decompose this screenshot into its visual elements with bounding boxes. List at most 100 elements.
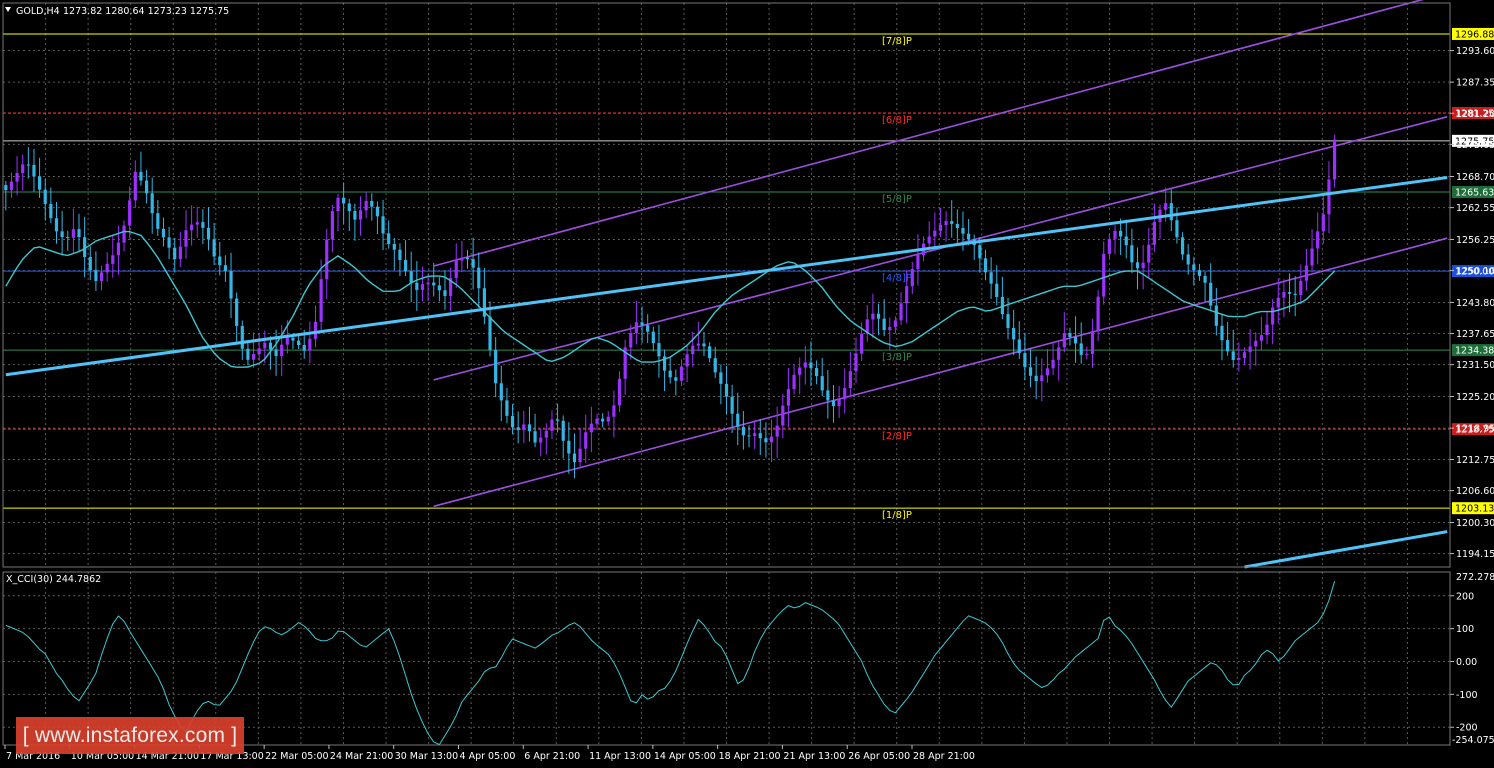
candle-body	[606, 416, 610, 422]
candle-body	[938, 225, 943, 231]
candle-body	[995, 283, 999, 297]
candle-body	[1321, 214, 1325, 232]
candle-body	[206, 227, 211, 240]
candle-body	[499, 383, 503, 401]
candle-body	[4, 185, 8, 191]
candle-body	[753, 433, 757, 437]
y-tick-label: 1212.75	[1456, 455, 1494, 466]
candle-body	[1012, 328, 1016, 340]
candle-body	[420, 284, 425, 290]
x-tick-label: 11 Apr 13:00	[589, 751, 651, 762]
candle-body	[989, 272, 993, 284]
candle-body	[736, 413, 740, 427]
watermark-banner[interactable]: [ www.instaforex.com ]	[16, 717, 244, 754]
candle-body	[1096, 296, 1100, 332]
candle-body	[1327, 179, 1331, 215]
chart-background	[0, 0, 1494, 768]
candle-body	[769, 436, 774, 443]
candle-body	[1062, 333, 1066, 348]
candle-body	[533, 431, 537, 443]
candle-body	[66, 237, 70, 239]
candle-body	[105, 263, 109, 273]
candle-body	[21, 164, 25, 174]
y-tick-label: 1293.60	[1456, 46, 1494, 57]
candle-body	[1226, 340, 1230, 352]
candle-body	[1085, 353, 1089, 355]
candle-body	[882, 318, 886, 331]
cci-y-tick-label: -200	[1456, 723, 1478, 734]
candle-body	[1242, 352, 1247, 358]
candle-body	[831, 400, 836, 407]
y-tick-label: 1268.70	[1456, 172, 1494, 183]
cci-y-tick-label: 100	[1456, 624, 1474, 635]
candle-body	[392, 243, 396, 250]
candle-body	[1040, 375, 1044, 382]
candle-body	[527, 424, 532, 432]
candle-body	[223, 265, 227, 271]
candle-body	[584, 432, 588, 449]
y-tick-label: 1281.20	[1456, 109, 1494, 120]
candle-body	[128, 200, 132, 226]
candle-body	[99, 272, 104, 281]
candle-body	[595, 418, 599, 424]
x-tick-label: 30 Mar 13:00	[395, 751, 458, 762]
candle-body	[1068, 333, 1072, 337]
candle-body	[454, 260, 458, 278]
candle-body	[657, 343, 661, 357]
candle-body	[724, 383, 729, 397]
candle-body	[1254, 340, 1258, 347]
candle-body	[1282, 292, 1286, 298]
candle-body	[1113, 230, 1117, 239]
candle-body	[691, 345, 695, 355]
y-tick-label: 1237.65	[1456, 329, 1494, 340]
candle-body	[465, 257, 470, 260]
candle-body	[358, 210, 363, 220]
candle-body	[634, 322, 639, 333]
candle-body	[1259, 335, 1263, 341]
candle-body	[353, 211, 357, 220]
x-tick-label: 18 Apr 21:00	[719, 751, 781, 762]
y-tick-label: 1200.30	[1456, 518, 1494, 529]
candle-body	[302, 344, 306, 351]
candle-body	[933, 230, 937, 237]
candle-body	[173, 247, 177, 260]
candle-body	[319, 279, 323, 322]
candle-body	[471, 259, 475, 268]
candle-body	[1090, 331, 1095, 354]
candle-body	[561, 420, 565, 441]
y-tick-label: 1275.05	[1456, 140, 1494, 151]
candle-body	[1135, 262, 1140, 269]
candle-body	[696, 343, 700, 346]
murrey-price-label: 1234.38	[1455, 346, 1494, 357]
candle-body	[156, 213, 160, 229]
candle-body	[133, 171, 137, 201]
candle-body	[893, 320, 898, 327]
y-tick-label: 1206.60	[1456, 486, 1494, 497]
cci-y-tick-label: -100	[1456, 690, 1478, 701]
candle-body	[285, 337, 289, 345]
candle-body	[1051, 359, 1055, 369]
x-tick-label: 21 Apr 13:00	[783, 751, 845, 762]
candle-body	[1276, 297, 1280, 308]
candle-body	[1304, 265, 1309, 281]
murrey-price-label: 1296.88	[1455, 29, 1494, 40]
candle-body	[1186, 254, 1190, 265]
candle-body	[201, 222, 205, 228]
candle-body	[826, 390, 830, 401]
candle-body	[758, 433, 762, 439]
candle-body	[1214, 305, 1218, 326]
candle-body	[144, 180, 149, 194]
candle-body	[1310, 248, 1314, 266]
candle-body	[313, 321, 318, 339]
candle-body	[190, 224, 194, 231]
candle-body	[246, 348, 250, 360]
candle-body	[798, 367, 802, 375]
candle-body	[387, 233, 391, 244]
cci-top-label: 272.278	[1456, 572, 1494, 583]
candle-body	[679, 366, 684, 381]
murrey-level-label: [6/8]P	[882, 115, 912, 126]
murrey-price-label: 1203.13	[1455, 504, 1494, 515]
candle-body	[409, 271, 413, 283]
murrey-level-label: [1/8]P	[882, 510, 912, 521]
x-tick-label: 26 Apr 05:00	[848, 751, 910, 762]
